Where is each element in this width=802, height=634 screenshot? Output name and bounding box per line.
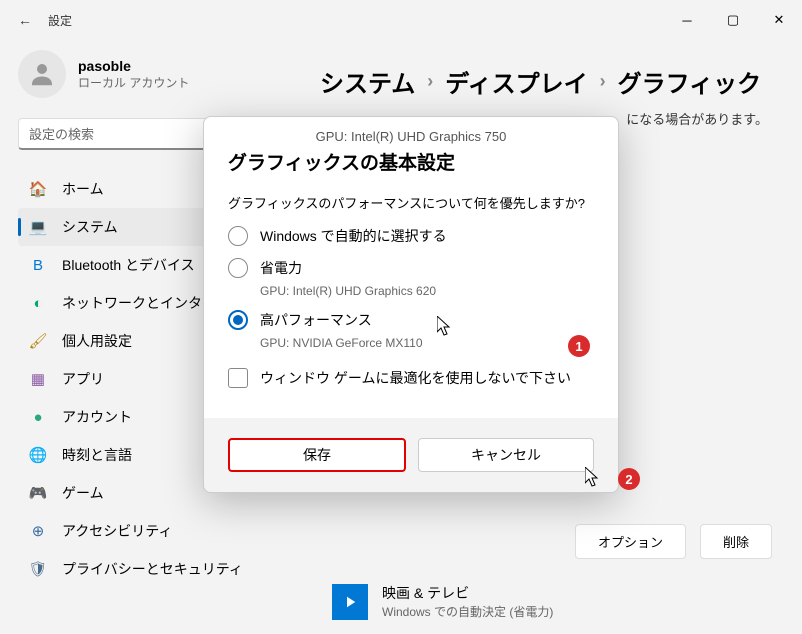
cancel-button[interactable]: キャンセル xyxy=(418,438,594,472)
checkbox-optimize-window-games[interactable]: ウィンドウ ゲームに最適化を使用しないで下さい xyxy=(228,368,594,388)
radio-auto[interactable]: Windows で自動的に選択する xyxy=(228,226,594,246)
radio-power-saving[interactable]: 省電力 xyxy=(228,258,594,278)
cursor-icon xyxy=(585,467,601,489)
radio-high-performance[interactable]: 高パフォーマンス xyxy=(228,310,594,330)
annotation-badge-2: 2 xyxy=(618,468,640,490)
cursor-icon xyxy=(437,316,453,338)
checkbox-icon xyxy=(228,368,248,388)
annotation-badge-1: 1 xyxy=(568,335,590,357)
radio-icon xyxy=(228,226,248,246)
dialog-question: グラフィックスのパフォーマンスについて何を優先しますか? xyxy=(228,193,594,212)
save-button[interactable]: 保存 xyxy=(228,438,406,472)
dialog-title: グラフィックスの基本設定 xyxy=(228,148,594,175)
dialog-gpu-label: GPU: Intel(R) UHD Graphics 750 xyxy=(228,129,594,144)
high-performance-gpu: GPU: NVIDIA GeForce MX110 xyxy=(260,336,594,350)
radio-icon-selected xyxy=(228,310,248,330)
radio-icon xyxy=(228,258,248,278)
dialog-overlay: GPU: Intel(R) UHD Graphics 750 グラフィックスの基… xyxy=(0,0,802,634)
power-saving-gpu: GPU: Intel(R) UHD Graphics 620 xyxy=(260,284,594,298)
graphics-preference-dialog: GPU: Intel(R) UHD Graphics 750 グラフィックスの基… xyxy=(203,116,619,493)
